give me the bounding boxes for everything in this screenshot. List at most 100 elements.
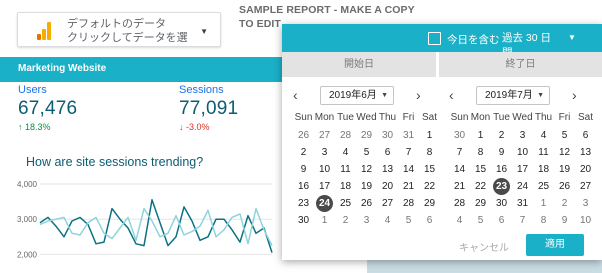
calendar-day[interactable]: 2 [554, 195, 575, 212]
calendar-day[interactable]: 2 [335, 212, 356, 229]
calendar-day[interactable]: 13 [575, 144, 596, 161]
data-source-selector[interactable]: デフォルトのデータ クリックしてデータを選 ▼ [17, 12, 221, 47]
calendar-day[interactable]: 7 [449, 144, 470, 161]
tab-end-date[interactable]: 終了日 [439, 52, 602, 77]
calendar-day[interactable]: 11 [335, 161, 356, 178]
calendar-day[interactable]: 10 [314, 161, 335, 178]
calendar-day[interactable]: 14 [449, 161, 470, 178]
calendar-day[interactable]: 30 [377, 127, 398, 144]
month-select[interactable]: 2019年7月 ▼ [476, 86, 550, 105]
calendar-day[interactable]: 8 [533, 212, 554, 229]
chevron-right-icon[interactable]: › [416, 88, 421, 102]
calendar-day[interactable]: 16 [491, 161, 512, 178]
calendar-day[interactable]: 9 [293, 161, 314, 178]
calendar-day[interactable]: 19 [554, 161, 575, 178]
calendar-day[interactable]: 8 [470, 144, 491, 161]
calendar-day[interactable]: 22 [470, 178, 491, 195]
calendar-day[interactable]: 20 [575, 161, 596, 178]
series-line-0[interactable] [39, 199, 273, 253]
calendar-day[interactable]: 29 [470, 195, 491, 212]
calendar-day[interactable]: 27 [377, 195, 398, 212]
series-line-1[interactable] [39, 207, 273, 246]
calendar-day[interactable]: 2 [491, 127, 512, 144]
calendar-day[interactable]: 26 [356, 195, 377, 212]
calendar-day-selected[interactable]: 23 [491, 178, 512, 195]
calendar-day[interactable]: 18 [335, 178, 356, 195]
calendar-day[interactable]: 6 [491, 212, 512, 229]
calendar-day[interactable]: 6 [575, 127, 596, 144]
calendar-day[interactable]: 29 [356, 127, 377, 144]
tab-start-date[interactable]: 開始日 [282, 52, 436, 77]
calendar-day[interactable]: 24 [512, 178, 533, 195]
chevron-down-icon[interactable]: ▼ [568, 33, 576, 42]
chevron-right-icon[interactable]: › [572, 88, 577, 102]
calendar-day[interactable]: 28 [449, 195, 470, 212]
include-today-checkbox[interactable] [428, 32, 441, 45]
calendar-day[interactable]: 11 [533, 144, 554, 161]
calendar-day[interactable]: 1 [470, 127, 491, 144]
calendar-day[interactable]: 31 [398, 127, 419, 144]
month-select[interactable]: 2019年6月 ▼ [320, 86, 394, 105]
calendar-day[interactable]: 3 [356, 212, 377, 229]
calendar-day[interactable]: 5 [398, 212, 419, 229]
calendar-day[interactable]: 21 [398, 178, 419, 195]
calendar-day[interactable]: 4 [533, 127, 554, 144]
calendar-day[interactable]: 29 [419, 195, 440, 212]
calendar-day[interactable]: 27 [314, 127, 335, 144]
calendar-day[interactable]: 16 [293, 178, 314, 195]
calendar-day[interactable]: 9 [491, 144, 512, 161]
calendar-day-selected[interactable]: 24 [314, 195, 335, 212]
calendar-day[interactable]: 26 [293, 127, 314, 144]
sessions-trend-chart[interactable]: 4,000 3,000 2,000 [0, 180, 282, 273]
calendar-day[interactable]: 14 [398, 161, 419, 178]
calendar-day[interactable]: 17 [314, 178, 335, 195]
calendar-day[interactable]: 28 [398, 195, 419, 212]
chevron-left-icon[interactable]: ‹ [449, 88, 454, 102]
calendar-day[interactable]: 22 [419, 178, 440, 195]
calendar-day[interactable]: 28 [335, 127, 356, 144]
calendar-day[interactable]: 18 [533, 161, 554, 178]
calendar-day[interactable]: 15 [470, 161, 491, 178]
calendar-day[interactable]: 5 [470, 212, 491, 229]
calendar-day[interactable]: 5 [554, 127, 575, 144]
calendar-day[interactable]: 7 [398, 144, 419, 161]
calendar-day[interactable]: 25 [335, 195, 356, 212]
calendar-day[interactable]: 3 [575, 195, 596, 212]
calendar-day[interactable]: 30 [491, 195, 512, 212]
calendar-day[interactable]: 4 [377, 212, 398, 229]
calendar-day[interactable]: 30 [449, 127, 470, 144]
calendar-day[interactable]: 5 [356, 144, 377, 161]
calendar-day[interactable]: 2 [293, 144, 314, 161]
calendar-day[interactable]: 1 [419, 127, 440, 144]
calendar-day[interactable]: 6 [377, 144, 398, 161]
calendar-day[interactable]: 17 [512, 161, 533, 178]
chevron-left-icon[interactable]: ‹ [293, 88, 298, 102]
calendar-day[interactable]: 9 [554, 212, 575, 229]
calendar-day[interactable]: 1 [533, 195, 554, 212]
calendar-day[interactable]: 12 [356, 161, 377, 178]
calendar-day[interactable]: 3 [512, 127, 533, 144]
calendar-day[interactable]: 6 [419, 212, 440, 229]
calendar-day[interactable]: 25 [533, 178, 554, 195]
calendar-day[interactable]: 15 [419, 161, 440, 178]
calendar-day[interactable]: 7 [512, 212, 533, 229]
calendar-day[interactable]: 10 [575, 212, 596, 229]
calendar-day[interactable]: 20 [377, 178, 398, 195]
cancel-button[interactable]: キャンセル [459, 239, 509, 254]
calendar-day[interactable]: 26 [554, 178, 575, 195]
calendar-day[interactable]: 31 [512, 195, 533, 212]
scorecard-users[interactable]: Users 67,476 ↑ 18.3% [18, 84, 77, 132]
calendar-day[interactable]: 8 [419, 144, 440, 161]
calendar-day[interactable]: 21 [449, 178, 470, 195]
calendar-day[interactable]: 19 [356, 178, 377, 195]
calendar-day[interactable]: 12 [554, 144, 575, 161]
calendar-day[interactable]: 30 [293, 212, 314, 229]
apply-button[interactable]: 適用 [526, 234, 584, 256]
calendar-day[interactable]: 4 [449, 212, 470, 229]
calendar-day[interactable]: 1 [314, 212, 335, 229]
calendar-day[interactable]: 23 [293, 195, 314, 212]
scorecard-sessions[interactable]: Sessions 77,091 ↓ -3.0% [179, 84, 238, 132]
calendar-day[interactable]: 13 [377, 161, 398, 178]
calendar-day[interactable]: 4 [335, 144, 356, 161]
calendar-day[interactable]: 27 [575, 178, 596, 195]
